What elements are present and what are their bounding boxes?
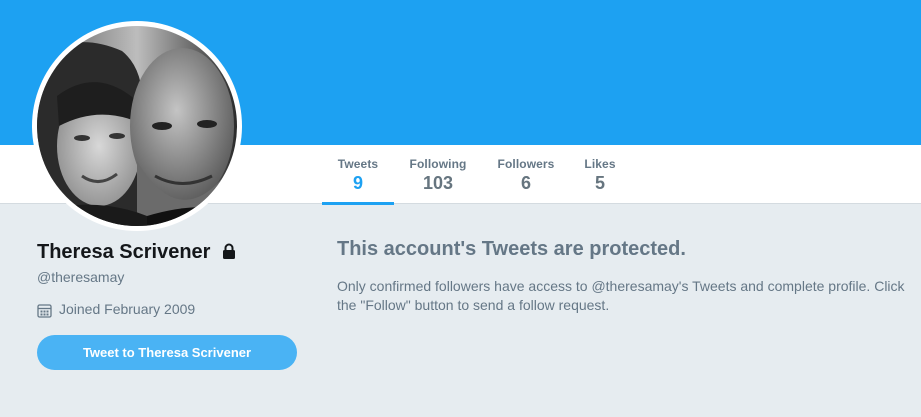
nav-followers-count: 6 bbox=[520, 173, 531, 193]
protected-message: Only confirmed followers have access to … bbox=[337, 278, 905, 313]
nav-following-count: 103 bbox=[422, 173, 454, 193]
calendar-icon bbox=[37, 303, 52, 321]
nav-likes-label: Likes bbox=[584, 157, 616, 171]
nav-following-label: Following bbox=[409, 157, 467, 171]
protected-title: This account's Tweets are protected. bbox=[337, 238, 686, 260]
avatar[interactable] bbox=[32, 21, 242, 231]
profile-handle[interactable]: @theresamay bbox=[37, 269, 124, 285]
nav-tweets[interactable]: Tweets 9 bbox=[322, 145, 394, 205]
avatar-photo bbox=[37, 26, 237, 226]
nav-following[interactable]: Following 103 bbox=[402, 145, 474, 204]
nav-likes[interactable]: Likes 5 bbox=[568, 145, 632, 204]
joined-date-text: Joined February 2009 bbox=[59, 301, 196, 317]
nav-likes-count: 5 bbox=[594, 173, 605, 193]
nav-tweets-count: 9 bbox=[352, 173, 363, 193]
lock-icon bbox=[222, 243, 236, 264]
nav-followers-label: Followers bbox=[497, 157, 555, 171]
profile-name[interactable]: Theresa Scrivener bbox=[37, 241, 210, 264]
nav-followers[interactable]: Followers 6 bbox=[490, 145, 562, 204]
tweet-to-button[interactable]: Tweet to Theresa Scrivener bbox=[37, 335, 297, 370]
nav-tweets-label: Tweets bbox=[337, 157, 379, 171]
